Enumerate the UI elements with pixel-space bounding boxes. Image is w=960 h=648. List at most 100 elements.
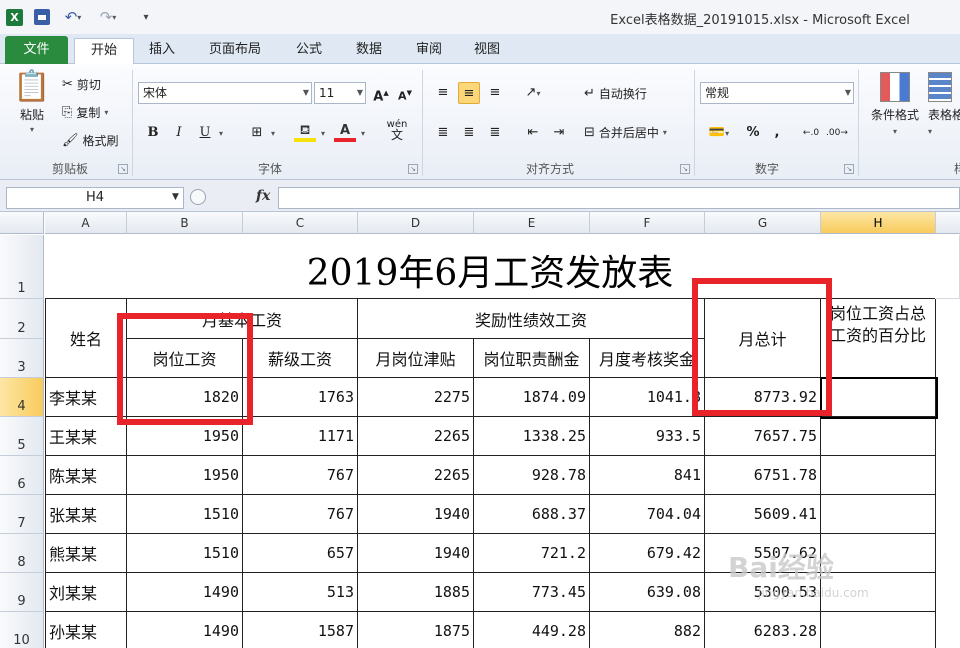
cell-grade-salary[interactable]: 767 xyxy=(243,495,358,534)
align-middle-icon[interactable]: ≡ xyxy=(458,82,480,104)
underline-dropdown[interactable]: ▾ xyxy=(214,122,228,144)
cell-name[interactable]: 孙某某 xyxy=(45,612,127,648)
cell-monthly-total[interactable]: 8773.92 xyxy=(705,378,821,417)
percent-button[interactable]: % xyxy=(742,122,764,144)
italic-button[interactable]: I xyxy=(168,122,190,144)
currency-icon[interactable]: 💳▾ xyxy=(702,122,736,144)
column-header-b[interactable]: B xyxy=(127,212,243,234)
shrink-font-button[interactable]: A▼ xyxy=(394,82,416,104)
cell-grade-salary[interactable]: 657 xyxy=(243,534,358,573)
cell-duty-pay[interactable]: 449.28 xyxy=(474,612,590,648)
cell-monthly-bonus[interactable]: 1041.8 xyxy=(590,378,705,417)
number-format-select[interactable]: 常规 ▼ xyxy=(700,82,854,104)
tab-formulas[interactable]: 公式 xyxy=(288,38,330,64)
cell-monthly-total[interactable]: 5300.53 xyxy=(705,573,821,612)
row-header-1[interactable]: 1 xyxy=(0,235,44,299)
tab-view[interactable]: 视图 xyxy=(466,38,508,64)
spreadsheet-grid[interactable]: A B C D E F G H 1 2 3 4 5 6 7 8 9 10 201… xyxy=(0,212,960,648)
cell-monthly-bonus[interactable]: 679.42 xyxy=(590,534,705,573)
cell-post-allowance[interactable]: 2275 xyxy=(358,378,474,417)
font-name-select[interactable]: 宋体 ▼ xyxy=(138,82,312,104)
tab-home[interactable]: 开始 xyxy=(74,38,134,65)
column-header-i[interactable] xyxy=(936,212,960,234)
undo-icon[interactable]: ↶ ▾ xyxy=(60,8,86,26)
cell-monthly-bonus[interactable]: 704.04 xyxy=(590,495,705,534)
header-base-salary[interactable]: 月基本工资 xyxy=(127,299,358,339)
row-header-7[interactable]: 7 xyxy=(0,495,44,534)
cell-post-allowance[interactable]: 2265 xyxy=(358,417,474,456)
column-header-h[interactable]: H xyxy=(821,212,936,234)
clipboard-launcher-icon[interactable]: ↘ xyxy=(118,164,128,174)
cell-post-percentage[interactable] xyxy=(821,573,936,612)
header-performance[interactable]: 奖励性绩效工资 xyxy=(358,299,705,339)
column-header-g[interactable]: G xyxy=(705,212,821,234)
wrap-text-button[interactable]: ↵ 自动换行 xyxy=(584,85,647,102)
cell-post-salary[interactable]: 1950 xyxy=(127,456,243,495)
cell-post-allowance[interactable]: 1885 xyxy=(358,573,474,612)
cell-post-percentage[interactable] xyxy=(821,612,936,648)
format-painter-button[interactable]: 🖌 格式刷 xyxy=(62,132,119,149)
align-right-icon[interactable]: ≣ xyxy=(484,122,506,144)
cell-post-salary[interactable]: 1950 xyxy=(127,417,243,456)
cell-post-salary[interactable]: 1510 xyxy=(127,534,243,573)
cancel-formula-icon[interactable] xyxy=(190,189,206,205)
cell-post-percentage[interactable] xyxy=(821,417,936,456)
borders-dropdown[interactable]: ▾ xyxy=(266,122,280,144)
borders-icon[interactable]: ⊞ xyxy=(246,122,268,144)
column-header-c[interactable]: C xyxy=(243,212,358,234)
cell-monthly-total[interactable]: 5609.41 xyxy=(705,495,821,534)
row-header-3[interactable]: 3 xyxy=(0,339,44,378)
tab-insert[interactable]: 插入 xyxy=(142,38,182,64)
copy-button[interactable]: ⎘ 复制 ▾ xyxy=(62,104,108,121)
row-header-8[interactable]: 8 xyxy=(0,534,44,573)
cell-post-allowance[interactable]: 1940 xyxy=(358,534,474,573)
insert-function-icon[interactable]: fx xyxy=(256,188,270,204)
cell-monthly-total[interactable]: 7657.75 xyxy=(705,417,821,456)
cell-grade-salary[interactable]: 1171 xyxy=(243,417,358,456)
cell-name[interactable]: 刘某某 xyxy=(45,573,127,612)
cell-name[interactable]: 张某某 xyxy=(45,495,127,534)
cell-duty-pay[interactable]: 773.45 xyxy=(474,573,590,612)
cell-monthly-bonus[interactable]: 882 xyxy=(590,612,705,648)
name-box[interactable]: H4 xyxy=(6,187,184,209)
chevron-down-icon[interactable]: ▼ xyxy=(172,192,179,202)
merge-center-button[interactable]: ⊟ 合并后居中 ▾ xyxy=(584,124,667,141)
header-duty-pay[interactable]: 岗位职责酬金 xyxy=(474,339,590,378)
orientation-icon[interactable]: ↗▾ xyxy=(518,82,548,104)
cell-post-salary[interactable]: 1490 xyxy=(127,573,243,612)
cell-grade-salary[interactable]: 1763 xyxy=(243,378,358,417)
cell-post-salary[interactable]: 1820 xyxy=(127,378,243,417)
row-header-5[interactable]: 5 xyxy=(0,417,44,456)
align-left-icon[interactable]: ≣ xyxy=(432,122,454,144)
decrease-indent-icon[interactable]: ⇤ xyxy=(522,122,544,144)
empty-cell[interactable] xyxy=(936,235,960,299)
cell-monthly-total[interactable]: 5507.62 xyxy=(705,534,821,573)
underline-button[interactable]: U xyxy=(194,122,216,144)
cell-monthly-total[interactable]: 6283.28 xyxy=(705,612,821,648)
sheet-title[interactable]: 2019年6月工资发放表 xyxy=(45,235,935,299)
row-header-9[interactable]: 9 xyxy=(0,573,44,612)
cell-name[interactable]: 熊某某 xyxy=(45,534,127,573)
tab-page-layout[interactable]: 页面布局 xyxy=(200,38,270,64)
cell-monthly-bonus[interactable]: 639.08 xyxy=(590,573,705,612)
select-all-corner[interactable] xyxy=(0,212,44,234)
font-launcher-icon[interactable]: ↘ xyxy=(408,164,418,174)
increase-decimal-icon[interactable]: ←.0 xyxy=(800,122,822,144)
cell-duty-pay[interactable]: 721.2 xyxy=(474,534,590,573)
column-header-e[interactable]: E xyxy=(474,212,590,234)
comma-button[interactable]: , xyxy=(766,122,788,144)
cell-post-allowance[interactable]: 1875 xyxy=(358,612,474,648)
cut-button[interactable]: ✂ 剪切 xyxy=(62,76,101,93)
font-color-icon[interactable]: A xyxy=(334,122,356,142)
cell-duty-pay[interactable]: 928.78 xyxy=(474,456,590,495)
tab-review[interactable]: 审阅 xyxy=(408,38,450,64)
cell-monthly-bonus[interactable]: 841 xyxy=(590,456,705,495)
column-header-d[interactable]: D xyxy=(358,212,474,234)
column-header-f[interactable]: F xyxy=(590,212,705,234)
header-post-allowance[interactable]: 月岗位津贴 xyxy=(358,339,474,378)
conditional-format-button[interactable]: 条件格式 ▾ xyxy=(866,72,924,136)
cell-grade-salary[interactable]: 513 xyxy=(243,573,358,612)
cell-grade-salary[interactable]: 1587 xyxy=(243,612,358,648)
fill-color-icon[interactable]: ⛾ xyxy=(294,122,316,142)
grow-font-button[interactable]: A▲ xyxy=(370,82,392,104)
